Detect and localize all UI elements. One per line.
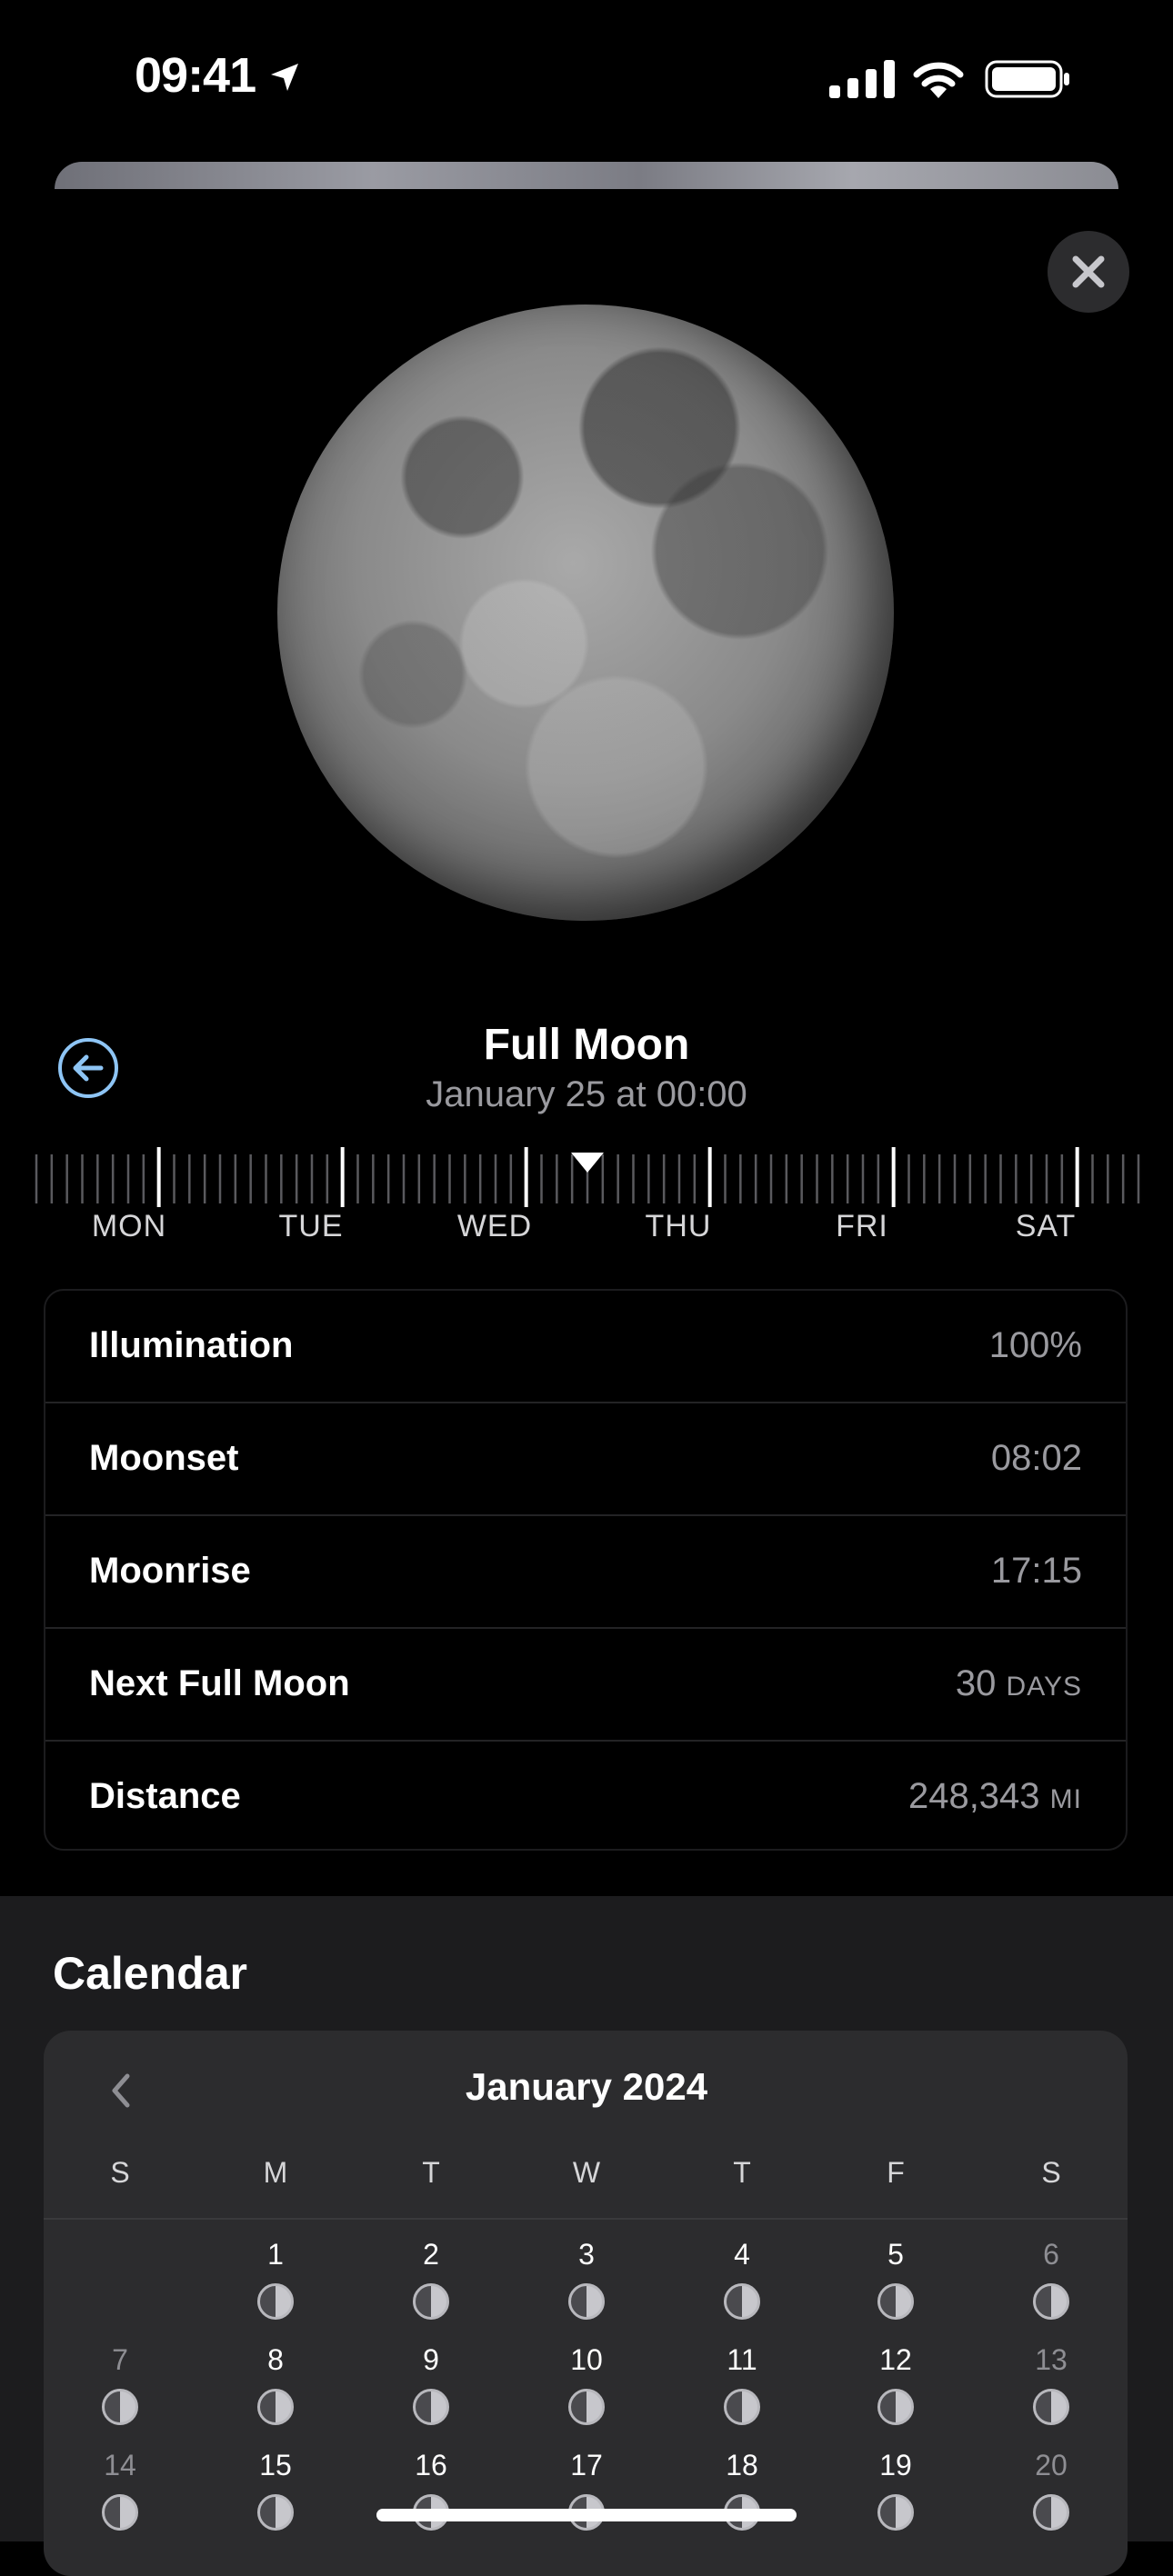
battery-icon <box>985 60 1069 98</box>
day-label-sat: SAT <box>1015 1209 1077 1243</box>
location-arrow-icon <box>271 64 298 91</box>
moon-phase-icon <box>877 2494 914 2531</box>
calendar-day-5[interactable]: 5 <box>850 2238 941 2271</box>
phase-date: January 25 at 00:00 <box>426 1074 747 1114</box>
moon-phase-icon <box>877 2283 914 2320</box>
weekday-label: T <box>733 2156 751 2189</box>
wifi-icon <box>913 62 964 98</box>
calendar-day-4[interactable]: 4 <box>697 2238 787 2271</box>
calendar-day-3[interactable]: 3 <box>541 2238 632 2271</box>
calendar-day-9[interactable]: 9 <box>386 2343 476 2377</box>
day-label-wed: WED <box>456 1209 533 1243</box>
info-value: 248,343 MI <box>907 1776 1082 1816</box>
calendar-day-11[interactable]: 11 <box>697 2343 787 2377</box>
moon-phase-icon <box>724 2283 760 2320</box>
day-label-tue: TUE <box>278 1209 344 1243</box>
moon-phase-icon <box>413 2389 449 2425</box>
moon-phase-icon <box>1033 2494 1069 2531</box>
moon-phase-icon <box>724 2389 760 2425</box>
calendar-day-15[interactable]: 15 <box>230 2449 321 2482</box>
moon-phase-icon <box>257 2389 294 2425</box>
info-label: Distance <box>89 1776 241 1816</box>
info-value: 100% <box>988 1325 1082 1365</box>
info-row-moonset: Moonset 08:02 <box>45 1403 1126 1516</box>
info-value: 08:02 <box>990 1438 1082 1478</box>
calendar-day-20[interactable]: 20 <box>1006 2449 1097 2482</box>
close-icon <box>1072 255 1105 288</box>
moon-info-card: Illumination 100% Moonset 08:02 Moonrise… <box>44 1289 1128 1851</box>
timeline-scrubber[interactable] <box>33 1143 1142 1207</box>
home-indicator <box>376 2509 797 2521</box>
weekday-label: S <box>1041 2156 1061 2189</box>
info-label: Moonrise <box>89 1551 251 1591</box>
info-unit: DAYS <box>1006 1672 1082 1702</box>
calendar-day-1[interactable]: 1 <box>230 2238 321 2271</box>
info-row-next-full-moon: Next Full Moon 30 DAYS <box>45 1629 1126 1742</box>
calendar-day-14[interactable]: 14 <box>75 2449 165 2482</box>
calendar-divider <box>44 2218 1128 2220</box>
day-label-mon: MON <box>91 1209 167 1243</box>
info-row-illumination: Illumination 100% <box>45 1291 1126 1403</box>
calendar-month-title: January 2024 <box>465 2065 708 2108</box>
info-value: 30 DAYS <box>955 1663 1082 1703</box>
cellular-signal-icon <box>829 60 895 98</box>
info-row-moonrise: Moonrise 17:15 <box>45 1516 1126 1629</box>
moon-phase-icon <box>257 2494 294 2531</box>
moon-phase-icon <box>1033 2389 1069 2425</box>
weekday-label: M <box>263 2156 288 2189</box>
moon-image <box>277 305 894 921</box>
moon-phase-icon <box>102 2494 138 2531</box>
moon-phase-icon <box>413 2283 449 2320</box>
info-unit: MI <box>1049 1784 1082 1814</box>
calendar-day-8[interactable]: 8 <box>230 2343 321 2377</box>
calendar-day-2[interactable]: 2 <box>386 2238 476 2271</box>
phase-title: Full Moon <box>483 1021 690 1069</box>
background-sheet-edge <box>55 162 1118 189</box>
weekday-label: S <box>110 2156 130 2189</box>
timeline-current-indicator <box>571 1153 604 1173</box>
day-label-thu: THU <box>645 1209 712 1243</box>
calendar-day-19[interactable]: 19 <box>850 2449 941 2482</box>
calendar-day-12[interactable]: 12 <box>850 2343 941 2377</box>
close-button[interactable] <box>1048 231 1129 313</box>
info-label: Moonset <box>89 1438 239 1478</box>
calendar-day-16[interactable]: 16 <box>386 2449 476 2482</box>
weekday-label: W <box>572 2156 601 2189</box>
calendar-day-13[interactable]: 13 <box>1006 2343 1097 2377</box>
info-value: 17:15 <box>990 1551 1082 1591</box>
weekday-label: F <box>887 2156 905 2189</box>
calendar-day-18[interactable]: 18 <box>697 2449 787 2482</box>
info-label: Next Full Moon <box>89 1663 350 1703</box>
calendar-heading: Calendar <box>53 1948 247 1999</box>
moon-phase-icon <box>102 2389 138 2425</box>
moon-phase-icon <box>568 2283 605 2320</box>
info-label: Illumination <box>89 1325 294 1365</box>
day-label-fri: FRI <box>836 1209 888 1243</box>
info-row-distance: Distance 248,343 MI <box>45 1742 1126 1854</box>
moon-phase-icon <box>257 2283 294 2320</box>
calendar-day-17[interactable]: 17 <box>541 2449 632 2482</box>
moon-phase-icon <box>568 2389 605 2425</box>
calendar-day-6[interactable]: 6 <box>1006 2238 1097 2271</box>
status-time: 09:41 <box>135 48 256 103</box>
moon-phase-icon <box>1033 2283 1069 2320</box>
calendar-day-7[interactable]: 7 <box>75 2343 165 2377</box>
moon-phase-icon <box>877 2389 914 2425</box>
weekday-label: T <box>422 2156 440 2189</box>
calendar-day-10[interactable]: 10 <box>541 2343 632 2377</box>
